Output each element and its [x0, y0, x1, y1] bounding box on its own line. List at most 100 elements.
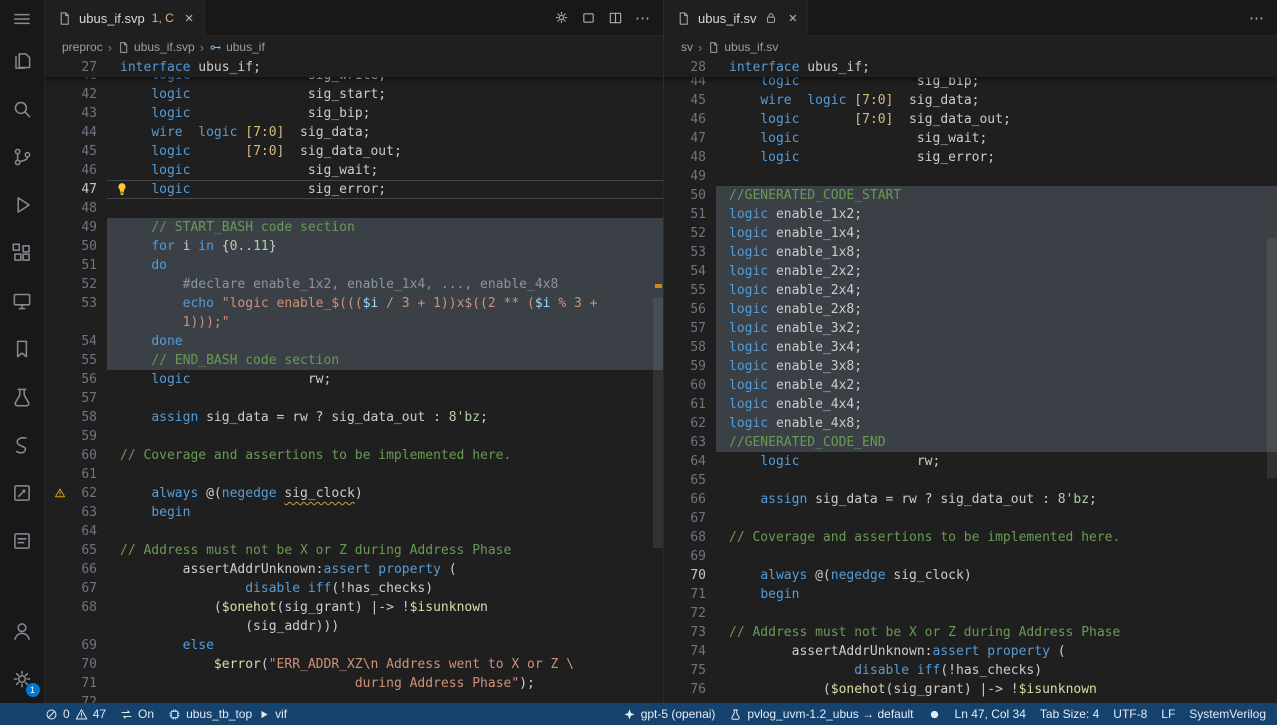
line-number[interactable]: 47: [45, 180, 107, 199]
line-number[interactable]: 70: [45, 655, 107, 674]
line-number[interactable]: 51: [664, 205, 716, 224]
line-number[interactable]: 46: [45, 161, 107, 180]
line-number[interactable]: 67: [664, 509, 716, 528]
sticky-scroll-line[interactable]: 27interface ubus_if;: [45, 58, 663, 77]
code-line-42[interactable]: 42 logic sig_start;: [45, 85, 663, 104]
activity-run-and-debug[interactable]: [0, 181, 45, 229]
code-line-72[interactable]: 72: [45, 693, 663, 703]
line-number[interactable]: 42: [45, 85, 107, 104]
code-line-55[interactable]: 55logic enable_2x4;: [664, 281, 1277, 300]
scrollbar-thumb[interactable]: [1267, 238, 1277, 478]
line-number[interactable]: 65: [45, 541, 107, 560]
encoding-status-item[interactable]: UTF-8: [1106, 703, 1154, 725]
code-line-45[interactable]: 45 logic [7:0] sig_data_out;: [45, 142, 663, 161]
code-line-48[interactable]: 48: [45, 199, 663, 218]
line-number[interactable]: 63: [45, 503, 107, 522]
code-line-51[interactable]: 51 do: [45, 256, 663, 275]
line-number[interactable]: 52: [45, 275, 107, 294]
sticky-scroll-line[interactable]: 28interface ubus_if;: [664, 58, 1277, 77]
code-line-61[interactable]: 61logic enable_4x4;: [664, 395, 1277, 414]
code-line-64[interactable]: 64: [45, 522, 663, 541]
line-number[interactable]: 64: [664, 452, 716, 471]
close-icon[interactable]: ×: [789, 10, 798, 27]
line-number[interactable]: 56: [664, 300, 716, 319]
line-number[interactable]: 54: [664, 262, 716, 281]
settings-gear-button[interactable]: [554, 10, 569, 25]
line-number[interactable]: 45: [664, 91, 716, 110]
more-actions-button[interactable]: ⋯: [635, 9, 651, 27]
code-line-56[interactable]: 56logic enable_2x8;: [664, 300, 1277, 319]
line-number[interactable]: 55: [45, 351, 107, 370]
code-line-68[interactable]: 68// Coverage and assertions to be imple…: [664, 528, 1277, 547]
code-line-48[interactable]: 48 logic sig_error;: [664, 148, 1277, 167]
activity-ribbon[interactable]: [0, 421, 45, 469]
line-number[interactable]: 51: [45, 256, 107, 275]
activity-remote-explorer[interactable]: [0, 277, 45, 325]
code-editor-right[interactable]: 44 logic sig_bip;45 wire logic [7:0] sig…: [664, 58, 1277, 703]
vertical-scrollbar[interactable]: [653, 58, 663, 703]
code-line-47[interactable]: 47 logic sig_error;: [45, 180, 663, 199]
code-line-75[interactable]: 75 disable iff(!has_checks): [664, 661, 1277, 680]
line-number[interactable]: 45: [45, 142, 107, 161]
line-number[interactable]: 49: [664, 167, 716, 186]
problems-status-item[interactable]: 047: [38, 703, 113, 725]
line-number[interactable]: 59: [45, 427, 107, 446]
activity-explorer[interactable]: [0, 37, 45, 85]
code-line-54[interactable]: 54logic enable_2x2;: [664, 262, 1277, 281]
tab-ubus_if.svp[interactable]: ubus_if.svp 1, C ×: [45, 0, 205, 36]
line-number[interactable]: 48: [45, 199, 107, 218]
code-line-67[interactable]: 67: [664, 509, 1277, 528]
scrollbar-thumb[interactable]: [653, 298, 663, 548]
line-number[interactable]: 71: [45, 674, 107, 693]
line-number[interactable]: [45, 617, 107, 636]
code-line-62[interactable]: 62logic enable_4x8;: [664, 414, 1277, 433]
code-line-50[interactable]: 50//GENERATED_CODE_START: [664, 186, 1277, 205]
code-line-52[interactable]: 52 #declare enable_1x2, enable_1x4, ...,…: [45, 275, 663, 294]
code-line-43[interactable]: 43 logic sig_bip;: [45, 104, 663, 123]
line-number[interactable]: 56: [45, 370, 107, 389]
line-number[interactable]: 75: [664, 661, 716, 680]
line-number[interactable]: 62: [45, 484, 107, 503]
activity-edit-session[interactable]: [0, 469, 45, 517]
line-number[interactable]: 60: [664, 376, 716, 395]
line-number[interactable]: 63: [664, 433, 716, 452]
code-editor-left[interactable]: 41 logic sig_write;42 logic sig_start;43…: [45, 58, 663, 703]
activity-search[interactable]: [0, 85, 45, 133]
code-line-wrap[interactable]: 1)));": [45, 313, 663, 332]
line-number[interactable]: 58: [664, 338, 716, 357]
code-line-70[interactable]: 70 $error("ERR_ADDR_XZ\n Address went to…: [45, 655, 663, 674]
line-number[interactable]: 49: [45, 218, 107, 237]
code-line-59[interactable]: 59logic enable_3x8;: [664, 357, 1277, 376]
layout-box-button[interactable]: [581, 10, 596, 25]
code-line-62[interactable]: 62 always @(negedge sig_clock): [45, 484, 663, 503]
code-line-44[interactable]: 44 wire logic [7:0] sig_data;: [45, 123, 663, 142]
line-number[interactable]: 48: [664, 148, 716, 167]
line-number[interactable]: 50: [664, 186, 716, 205]
code-line-59[interactable]: 59: [45, 427, 663, 446]
tab-ubus_if.sv[interactable]: ubus_if.sv ×: [664, 0, 808, 36]
code-line-60[interactable]: 60logic enable_4x2;: [664, 376, 1277, 395]
line-number[interactable]: 72: [45, 693, 107, 703]
line-number[interactable]: 53: [45, 294, 107, 313]
code-line-60[interactable]: 60// Coverage and assertions to be imple…: [45, 446, 663, 465]
code-line-72[interactable]: 72: [664, 604, 1277, 623]
code-line-73[interactable]: 73// Address must not be X or Z during A…: [664, 623, 1277, 642]
line-number[interactable]: 68: [664, 528, 716, 547]
code-line-49[interactable]: 49 // START_BASH code section: [45, 218, 663, 237]
activity-review[interactable]: [0, 517, 45, 565]
code-line-46[interactable]: 46 logic sig_wait;: [45, 161, 663, 180]
code-line-68[interactable]: 68 ($onehot(sig_grant) |-> !$isunknown: [45, 598, 663, 617]
code-line-45[interactable]: 45 wire logic [7:0] sig_data;: [664, 91, 1277, 110]
eol-status-item[interactable]: LF: [1154, 703, 1182, 725]
line-number[interactable]: 55: [664, 281, 716, 300]
cursor-position-status-item[interactable]: Ln 47, Col 34: [948, 703, 1033, 725]
breadcrumb-item[interactable]: ubus_if: [209, 40, 265, 54]
code-line-69[interactable]: 69: [664, 547, 1277, 566]
line-number[interactable]: 70: [664, 566, 716, 585]
line-number[interactable]: 57: [664, 319, 716, 338]
code-line-71[interactable]: 71 during Address Phase");: [45, 674, 663, 693]
scope-status-item[interactable]: ubus_tb_topvif: [161, 703, 294, 725]
line-number[interactable]: 43: [45, 104, 107, 123]
activity-menu[interactable]: [0, 0, 45, 37]
code-line-55[interactable]: 55 // END_BASH code section: [45, 351, 663, 370]
